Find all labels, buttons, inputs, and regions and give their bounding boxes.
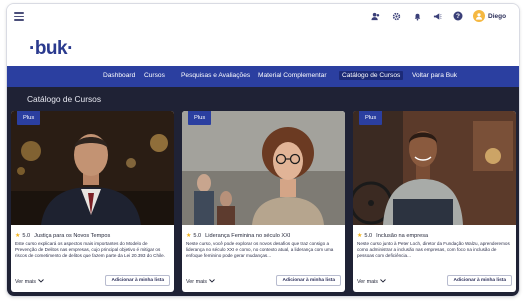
star-icon: ★ [15, 233, 21, 239]
buk-logo[interactable]: ·buk· [29, 38, 73, 60]
see-more-link[interactable]: Ver mais [357, 279, 386, 285]
help-icon[interactable]: ? [453, 11, 463, 21]
course-name: Liderança Feminina no século XXI [205, 232, 291, 239]
main-nav: Dashboard Cursos Pesquisas e Avaliações … [7, 66, 519, 87]
menu-icon[interactable] [14, 12, 24, 21]
gear-icon[interactable] [391, 11, 401, 21]
add-to-list-button[interactable]: Adicionar à minha lista [105, 275, 170, 286]
bell-icon[interactable] [412, 11, 422, 21]
catalog-section: Catálogo de Cursos Plus ★ 5.0 Justiça pa… [7, 87, 519, 296]
star-icon: ★ [186, 233, 192, 239]
add-to-list-button[interactable]: Adicionar à minha lista [447, 275, 512, 286]
course-card[interactable]: Plus ★ 5.0 Inclusão na empresa Neste cur… [353, 111, 516, 292]
course-image: Plus [11, 111, 174, 225]
course-card[interactable]: Plus ★ 5.0 Justiça para os Novos Tempos … [11, 111, 174, 292]
chevron-down-icon [380, 279, 386, 285]
chevron-down-icon [38, 279, 44, 285]
nav-item-pesquisas[interactable]: Pesquisas e Avaliações [181, 72, 250, 79]
course-rating: 5.0 [364, 232, 373, 239]
see-more-label: Ver mais [357, 279, 378, 285]
svg-text:?: ? [456, 13, 460, 20]
user-name: Diego [488, 12, 507, 20]
course-name: Justiça para os Novos Tempos [34, 232, 111, 239]
avatar [473, 10, 485, 22]
course-description: Neste curso junto à Peter Loch, diretor … [357, 241, 510, 258]
nav-item-material[interactable]: Material Complementar [258, 72, 327, 79]
plus-badge: Plus [359, 111, 383, 125]
course-title: ★ 5.0 Liderança Feminina no século XXI [186, 232, 291, 240]
course-name: Inclusão na empresa [376, 232, 429, 239]
plus-badge: Plus [17, 111, 41, 125]
user-menu[interactable]: Diego [473, 10, 506, 22]
nav-item-dashboard[interactable]: Dashboard [103, 72, 135, 79]
course-rating: 5.0 [22, 232, 31, 239]
course-title: ★ 5.0 Inclusão na empresa [357, 232, 429, 240]
page-title: Catálogo de Cursos [27, 94, 102, 104]
add-to-list-button[interactable]: Adicionar à minha lista [276, 275, 341, 286]
star-icon: ★ [357, 233, 363, 239]
megaphone-icon[interactable] [432, 11, 442, 21]
see-more-link[interactable]: Ver mais [15, 279, 44, 285]
see-more-label: Ver mais [15, 279, 36, 285]
users-icon[interactable] [370, 11, 380, 21]
nav-item-catalogo[interactable]: Catálogo de Cursos [339, 71, 404, 80]
nav-item-voltar[interactable]: Voltar para Buk [412, 72, 457, 79]
top-bar: ? Diego [7, 4, 519, 30]
nav-item-cursos[interactable]: Cursos [144, 72, 165, 79]
course-image: Plus [182, 111, 345, 225]
course-description: Este curso explicará os aspectos mais im… [15, 241, 165, 258]
course-card[interactable]: Plus ★ 5.0 Liderança Feminina no século … [182, 111, 345, 292]
see-more-link[interactable]: Ver mais [186, 279, 215, 285]
course-image: Plus [353, 111, 516, 225]
plus-badge: Plus [188, 111, 212, 125]
course-rating: 5.0 [193, 232, 202, 239]
course-title: ★ 5.0 Justiça para os Novos Tempos [15, 232, 111, 240]
chevron-down-icon [209, 279, 215, 285]
see-more-label: Ver mais [186, 279, 207, 285]
app-window: ? Diego ·buk· Dashboard Cursos Pesquisas… [6, 3, 520, 297]
course-description: Neste curso, você pode explorar os novos… [186, 241, 334, 258]
